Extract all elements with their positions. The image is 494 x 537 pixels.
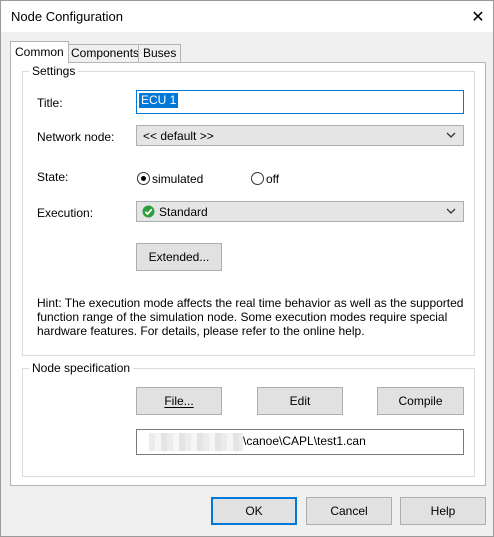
green-check-icon (142, 205, 155, 218)
tab-components[interactable]: Components (66, 44, 145, 62)
title-input-value: ECU 1 (139, 93, 179, 108)
node-specification-legend: Node specification (29, 361, 134, 375)
ok-button[interactable]: OK (211, 497, 297, 525)
state-off-label[interactable]: off (266, 172, 279, 186)
node-file-path-field[interactable]: \canoe\CAPL\test1.can (136, 429, 464, 455)
file-button[interactable]: File... (136, 387, 222, 415)
tab-common[interactable]: Common (10, 41, 69, 63)
state-simulated-label[interactable]: simulated (152, 172, 203, 186)
execution-hint-text: Hint: The execution mode affects the rea… (37, 296, 464, 338)
chevron-down-icon (446, 208, 456, 214)
network-node-label: Network node: (37, 130, 115, 144)
execution-value: Standard (159, 205, 208, 219)
chevron-down-icon (446, 132, 456, 138)
execution-label: Execution: (37, 206, 94, 220)
edit-button-label: Edit (289, 394, 311, 408)
execution-dropdown[interactable]: Standard (136, 201, 464, 222)
help-button[interactable]: Help (400, 497, 486, 525)
file-button-label: File... (164, 394, 194, 408)
compile-button[interactable]: Compile (377, 387, 464, 415)
state-off-radio[interactable] (251, 172, 264, 185)
network-node-value: << default >> (143, 129, 214, 143)
network-node-dropdown[interactable]: << default >> (136, 125, 464, 146)
close-icon[interactable]: ✕ (463, 1, 493, 32)
compile-button-label: Compile (398, 394, 443, 408)
title-label: Title: (37, 96, 63, 110)
node-configuration-dialog: Node Configuration ✕ Common Components B… (0, 0, 494, 537)
redacted-path-prefix (149, 433, 243, 451)
settings-legend: Settings (29, 64, 79, 78)
node-specification-group: Node specification (22, 361, 475, 477)
edit-button[interactable]: Edit (257, 387, 343, 415)
extended-button[interactable]: Extended... (136, 243, 222, 271)
title-input[interactable]: ECU 1 (136, 90, 464, 114)
tab-panel-common: Settings Title: ECU 1 Network node: << d… (10, 62, 486, 486)
node-file-path: \canoe\CAPL\test1.can (243, 434, 366, 448)
cancel-button[interactable]: Cancel (306, 497, 392, 525)
state-label: State: (37, 170, 69, 184)
tab-buses[interactable]: Buses (138, 44, 182, 62)
state-simulated-radio[interactable] (137, 172, 150, 185)
window-title: Node Configuration (11, 9, 124, 24)
title-bar: Node Configuration ✕ (1, 1, 493, 32)
